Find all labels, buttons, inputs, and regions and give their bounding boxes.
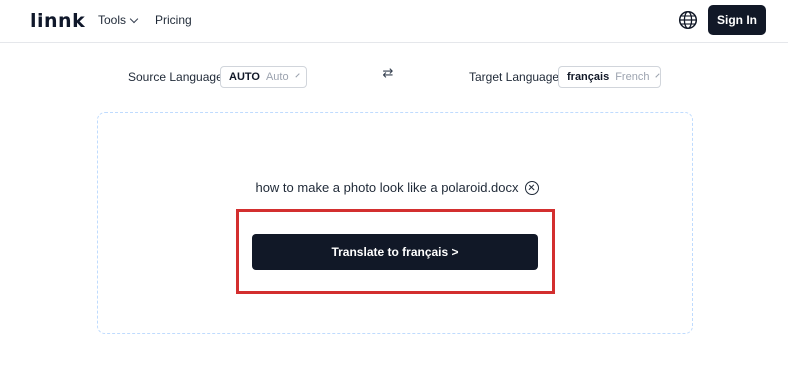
logo[interactable]: linnk [30, 10, 85, 32]
page: linnk Tools Pricing Sign In Source Langu… [0, 0, 788, 380]
nav-tools-menu[interactable]: Tools [98, 13, 139, 27]
globe-icon[interactable] [678, 10, 698, 30]
translate-button[interactable]: Translate to français > [252, 234, 538, 270]
source-language-name: Auto [265, 71, 289, 83]
chevron-down-icon [295, 73, 300, 78]
logo-text: linnk [30, 10, 86, 32]
source-language-select[interactable]: AUTO Auto [220, 66, 307, 88]
swap-languages-icon[interactable]: ⇄ [380, 66, 396, 84]
sign-in-button[interactable]: Sign In [708, 5, 766, 35]
file-name: how to make a photo look like a polaroid… [255, 180, 519, 195]
nav-pricing-link[interactable]: Pricing [155, 13, 192, 27]
remove-file-icon[interactable] [524, 180, 539, 195]
source-language-code: AUTO [229, 71, 260, 83]
nav-tools-label: Tools [98, 13, 127, 27]
source-language-label: Source Language [128, 70, 223, 84]
top-navbar: linnk Tools Pricing Sign In [0, 0, 788, 43]
chevron-down-icon [655, 73, 661, 78]
target-language-code: français [567, 71, 610, 83]
target-language-name: French [615, 71, 650, 83]
target-language-select[interactable]: français French [558, 66, 661, 88]
target-language-label: Target Language [469, 70, 560, 84]
uploaded-file: how to make a photo look like a polaroid… [0, 180, 788, 195]
chevron-down-icon [129, 14, 139, 23]
